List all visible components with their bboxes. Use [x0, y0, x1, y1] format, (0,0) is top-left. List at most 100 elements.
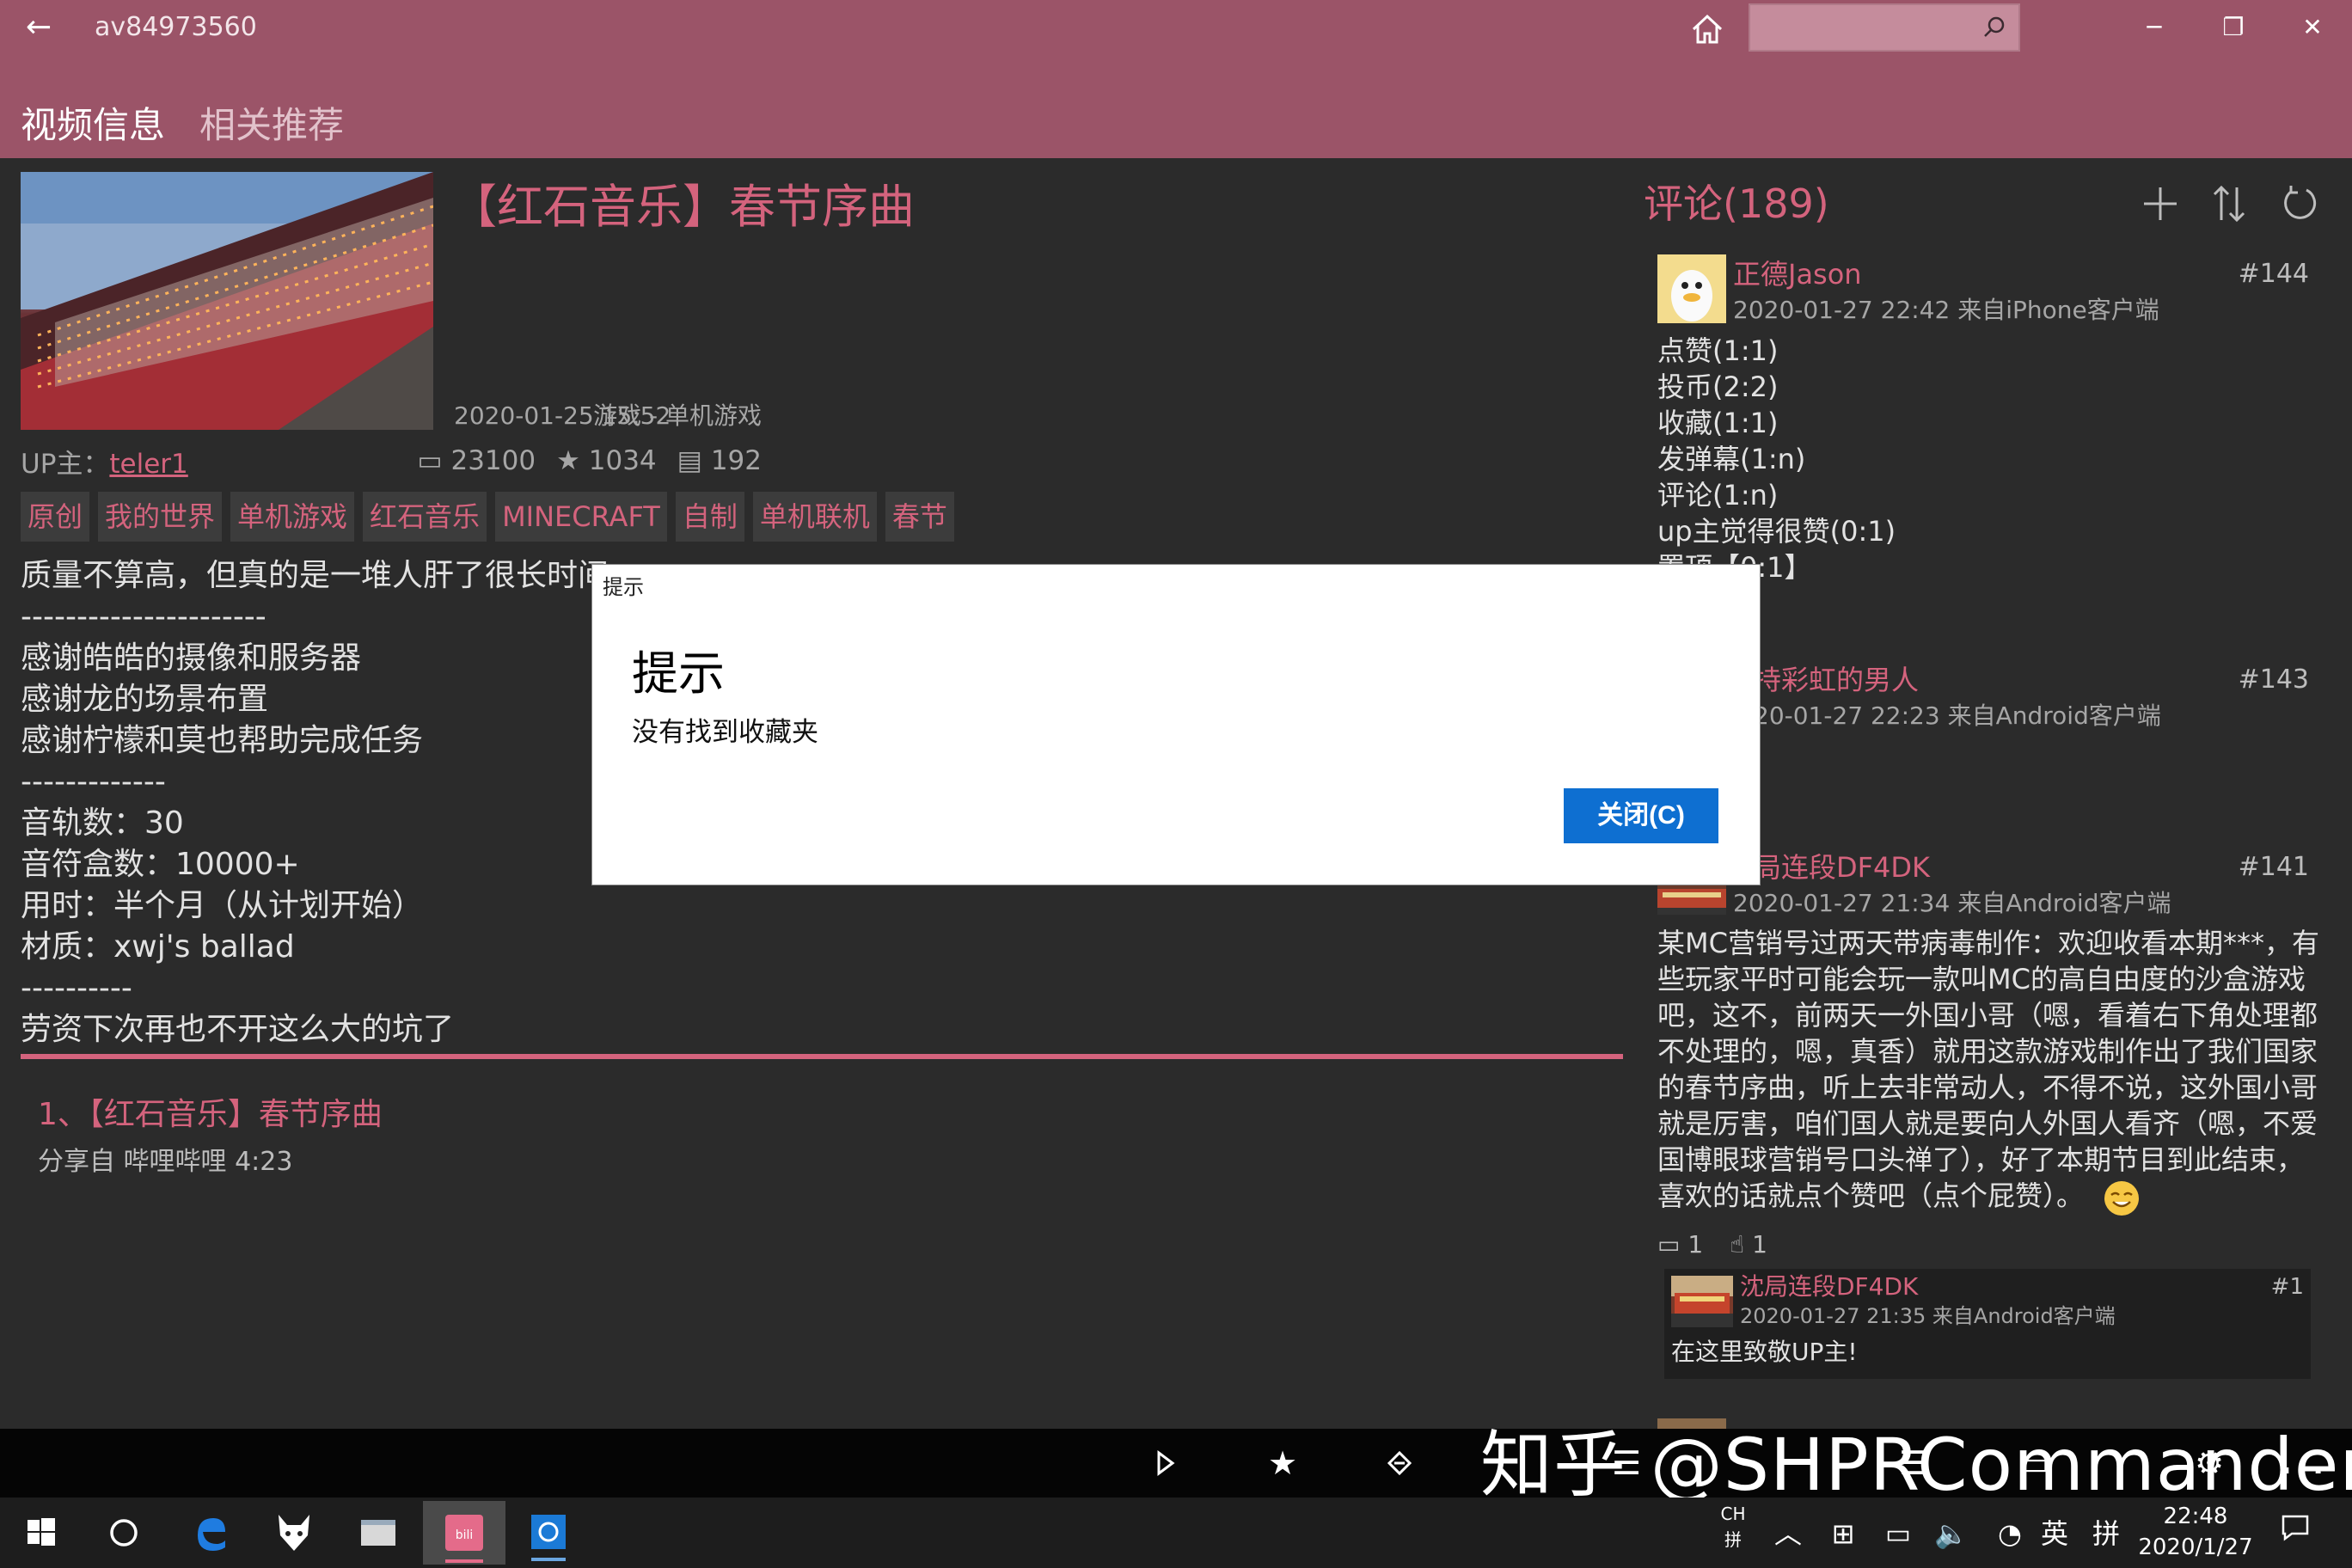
- comment-line: 些玩家平时可能会玩一款叫MC的高自由度的沙盒游戏: [1657, 963, 2306, 995]
- close-window-button[interactable]: ✕: [2278, 7, 2347, 48]
- dialog-message: 没有找到收藏夹: [632, 717, 818, 748]
- tag-chip[interactable]: MINECRAFT: [495, 492, 667, 542]
- comment-line: 的春节序曲，听上去非常动人，不得不说，这外国小哥: [1657, 1071, 2318, 1104]
- reply-text: 在这里致敬UP主!: [1671, 1338, 1858, 1366]
- video-category[interactable]: 游戏 - 单机游戏: [593, 399, 762, 433]
- comment-meta: 2020-01-27 21:34 来自Android客户端: [1733, 889, 2171, 917]
- svg-text:bili: bili: [456, 1528, 474, 1542]
- notification-icon[interactable]: [2276, 1510, 2314, 1553]
- ime-indicator[interactable]: CH 拼: [1716, 1501, 1750, 1553]
- reply-username[interactable]: 沈局连段DF4DK: [1740, 1271, 1918, 1303]
- comment-meta: 20-01-27 22:23 来自Android客户端: [1754, 701, 2161, 730]
- comment-line: 投币(2:2): [1657, 371, 1779, 403]
- comment-line: up主觉得很赞(0:1): [1657, 515, 1896, 548]
- settings-app-icon[interactable]: [507, 1501, 590, 1565]
- restore-button[interactable]: ❐: [2199, 7, 2268, 48]
- comment-floor: #144: [2238, 259, 2309, 289]
- tag-chip[interactable]: 单机游戏: [230, 492, 355, 542]
- message-dialog: 提示 提示 没有找到收藏夹 关闭(C): [591, 564, 1761, 885]
- tag-chip[interactable]: 我的世界: [98, 492, 223, 542]
- edge-browser-icon[interactable]: [168, 1501, 251, 1565]
- comment-username[interactable]: 局连段DF4DK: [1754, 849, 1930, 885]
- dialog-caption: 提示: [603, 575, 644, 599]
- video-thumbnail[interactable]: [21, 172, 433, 430]
- ime-mode: 拼: [1724, 1529, 1742, 1550]
- video-part-link[interactable]: 1、【红石音乐】春节序曲: [38, 1093, 383, 1136]
- tag-chip[interactable]: 单机联机: [752, 492, 877, 542]
- comment-line: 吧，这不，前两天一外国小哥（嗯，看着右下角处理都: [1657, 999, 2318, 1032]
- tag-chip[interactable]: 春节: [885, 492, 954, 542]
- language-indicator[interactable]: 英: [2036, 1515, 2073, 1553]
- tab-video-info[interactable]: 视频信息: [21, 101, 165, 150]
- danmaku-count: 192: [710, 445, 762, 476]
- comment-line: 国博眼球营销号口头禅了），好了本期节目到此结束，: [1657, 1143, 2305, 1176]
- clock-date[interactable]: 2020/1/27: [2118, 1532, 2273, 1563]
- search-icon[interactable]: [1982, 15, 2006, 40]
- tab-recommended[interactable]: 相关推荐: [199, 101, 344, 150]
- wifi-icon[interactable]: ◔: [1991, 1515, 2029, 1553]
- windows-start-icon[interactable]: [0, 1501, 83, 1565]
- volume-icon[interactable]: 🔈: [1932, 1515, 1970, 1553]
- fox-app-icon[interactable]: [253, 1501, 335, 1565]
- section-divider: [21, 1054, 1623, 1059]
- avatar[interactable]: [1671, 1276, 1733, 1327]
- refresh-icon[interactable]: [2278, 182, 2321, 225]
- dialog-title: 提示: [632, 646, 725, 701]
- reply-floor: #1: [2270, 1274, 2304, 1300]
- comment-line: 评论(1:n): [1657, 479, 1779, 511]
- tray-app-icon[interactable]: ⊞: [1824, 1515, 1862, 1553]
- comment-line: 就是厉害，咱们国人就是要向人外国人看齐（嗯，不爱: [1657, 1107, 2318, 1140]
- more-icon[interactable]: …: [2278, 1432, 2326, 1484]
- comment-actions: ▭ 1 ☝ 1: [1657, 1228, 1767, 1262]
- tag-chip[interactable]: 自制: [675, 492, 744, 542]
- comment-line: 点赞(1:1): [1657, 334, 1779, 367]
- ime-language: CH: [1720, 1504, 1746, 1524]
- danmaku-icon: ▤: [677, 445, 702, 476]
- window-title: av84973560: [95, 12, 257, 42]
- coin-icon[interactable]: [1374, 1441, 1425, 1485]
- description-line: 劳资下次再也不开这么大的坑了: [21, 1012, 455, 1047]
- minimize-button[interactable]: ─: [2120, 7, 2189, 48]
- avatar[interactable]: [1657, 254, 1726, 323]
- reply-icon[interactable]: ▭: [1657, 1230, 1680, 1259]
- description-line: 用时：半个月（从计划开始）: [21, 888, 424, 923]
- sort-icon[interactable]: [2208, 182, 2251, 225]
- chevron-up-icon[interactable]: ︿: [1771, 1515, 1805, 1553]
- uploader: UP主：teler1: [21, 447, 188, 481]
- video-title: 【红石音乐】春节序曲: [450, 180, 915, 234]
- search-input[interactable]: [1749, 3, 2020, 52]
- comments-header: 评论(189): [1644, 181, 1829, 227]
- comment-username[interactable]: 正德Jason: [1733, 256, 1862, 292]
- favorite-count: 1034: [588, 445, 657, 476]
- app-window: ← av84973560 ─ ❐ ✕ 视频信息 相关推荐 【红石音乐】春节序曲 …: [0, 0, 2352, 1568]
- favorite-star-icon[interactable]: ★: [1257, 1441, 1308, 1485]
- add-comment-icon[interactable]: [2139, 182, 2182, 225]
- clock-time[interactable]: 22:48: [2118, 1501, 2273, 1532]
- comment-line: 不处理的，嗯，真香）就用这款游戏制作出了我们国家: [1657, 1035, 2318, 1068]
- smile-emoji-icon: [2103, 1179, 2141, 1217]
- star-icon: ★: [556, 445, 580, 476]
- comment-username[interactable]: 持彩虹的男人: [1754, 662, 1919, 698]
- video-camera-icon: ▭: [417, 445, 443, 476]
- comment-line: 某MC营销号过两天带病毒制作：欢迎收看本期***，有: [1657, 927, 2319, 959]
- bilibili-app-icon[interactable]: bili: [423, 1501, 505, 1565]
- like-count: 1: [1752, 1230, 1767, 1259]
- comment-floor: #141: [2238, 852, 2309, 882]
- tag-chip[interactable]: 红石音乐: [363, 492, 487, 542]
- video-part-info: 分享自 哔哩哔哩 4:23: [38, 1147, 293, 1177]
- play-icon[interactable]: [1140, 1441, 1191, 1485]
- back-button[interactable]: ←: [26, 7, 60, 48]
- thumbs-up-icon[interactable]: ☝: [1730, 1230, 1744, 1259]
- cortana-icon[interactable]: [83, 1501, 165, 1565]
- comment-line: 收藏(1:1): [1657, 407, 1779, 439]
- home-icon[interactable]: [1688, 10, 1726, 48]
- uploader-link[interactable]: teler1: [109, 449, 187, 480]
- tag-list: 原创 我的世界 单机游戏 红石音乐 MINECRAFT 自制 单机联机 春节: [21, 492, 954, 542]
- battery-icon[interactable]: ▭: [1879, 1515, 1917, 1553]
- view-count: 23100: [450, 445, 536, 476]
- dialog-close-button[interactable]: 关闭(C): [1564, 788, 1718, 843]
- reply-meta: 2020-01-27 21:35 来自Android客户端: [1740, 1304, 2116, 1328]
- video-stats: ▭ 23100 ★ 1034 ▤ 192: [417, 444, 762, 478]
- tag-chip[interactable]: 原创: [21, 492, 90, 542]
- file-explorer-icon[interactable]: [337, 1501, 420, 1565]
